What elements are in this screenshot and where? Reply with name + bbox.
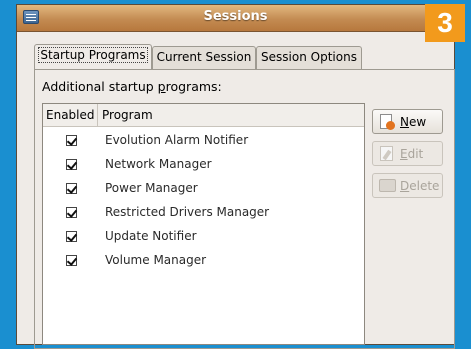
program-name: Network Manager — [105, 157, 212, 171]
program-name: Evolution Alarm Notifier — [105, 133, 249, 147]
column-header-program[interactable]: Program — [102, 104, 153, 126]
tab-session-options[interactable]: Session Options — [256, 46, 362, 69]
program-name: Restricted Drivers Manager — [105, 205, 270, 219]
enabled-checkbox[interactable] — [66, 231, 77, 242]
tab-label: Session Options — [261, 50, 357, 64]
startup-programs-label: Additional startup programs: — [42, 79, 222, 94]
enabled-checkbox[interactable] — [66, 183, 77, 194]
enabled-checkbox[interactable] — [66, 255, 77, 266]
tab-startup-programs[interactable]: Startup Programs — [34, 44, 152, 70]
tab-label: Current Session — [156, 50, 252, 64]
tab-label: Startup Programs — [38, 47, 148, 63]
program-name: Power Manager — [105, 181, 198, 195]
step-number-badge: 3 — [425, 4, 465, 42]
edit-icon — [380, 146, 393, 161]
list-header: Enabled Program — [43, 104, 364, 127]
column-header-enabled[interactable]: Enabled — [43, 104, 98, 126]
enabled-checkbox[interactable] — [66, 207, 77, 218]
window-title: Sessions — [203, 9, 268, 24]
edit-button-label: Edit — [400, 147, 424, 161]
new-button-label: New — [400, 115, 427, 129]
delete-button-label: Delete — [400, 179, 440, 193]
title-bar[interactable]: Sessions — [17, 5, 454, 32]
list-item[interactable]: Evolution Alarm Notifier — [43, 130, 364, 154]
list-item[interactable]: Restricted Drivers Manager — [43, 202, 364, 226]
delete-icon — [379, 179, 396, 192]
delete-button[interactable]: Delete — [372, 173, 443, 198]
new-icon — [380, 114, 395, 130]
enabled-checkbox[interactable] — [66, 159, 77, 170]
tab-current-session[interactable]: Current Session — [152, 46, 256, 69]
list-item[interactable]: Update Notifier — [43, 226, 364, 250]
startup-programs-list[interactable]: Enabled Program Evolution Alarm Notifier… — [42, 103, 365, 345]
new-button[interactable]: New — [372, 109, 443, 134]
edit-button[interactable]: Edit — [372, 141, 443, 166]
list-item[interactable]: Network Manager — [43, 154, 364, 178]
list-item[interactable]: Power Manager — [43, 178, 364, 202]
list-item[interactable]: Volume Manager — [43, 250, 364, 274]
program-name: Volume Manager — [105, 253, 207, 267]
program-name: Update Notifier — [105, 229, 197, 243]
enabled-checkbox[interactable] — [66, 135, 77, 146]
